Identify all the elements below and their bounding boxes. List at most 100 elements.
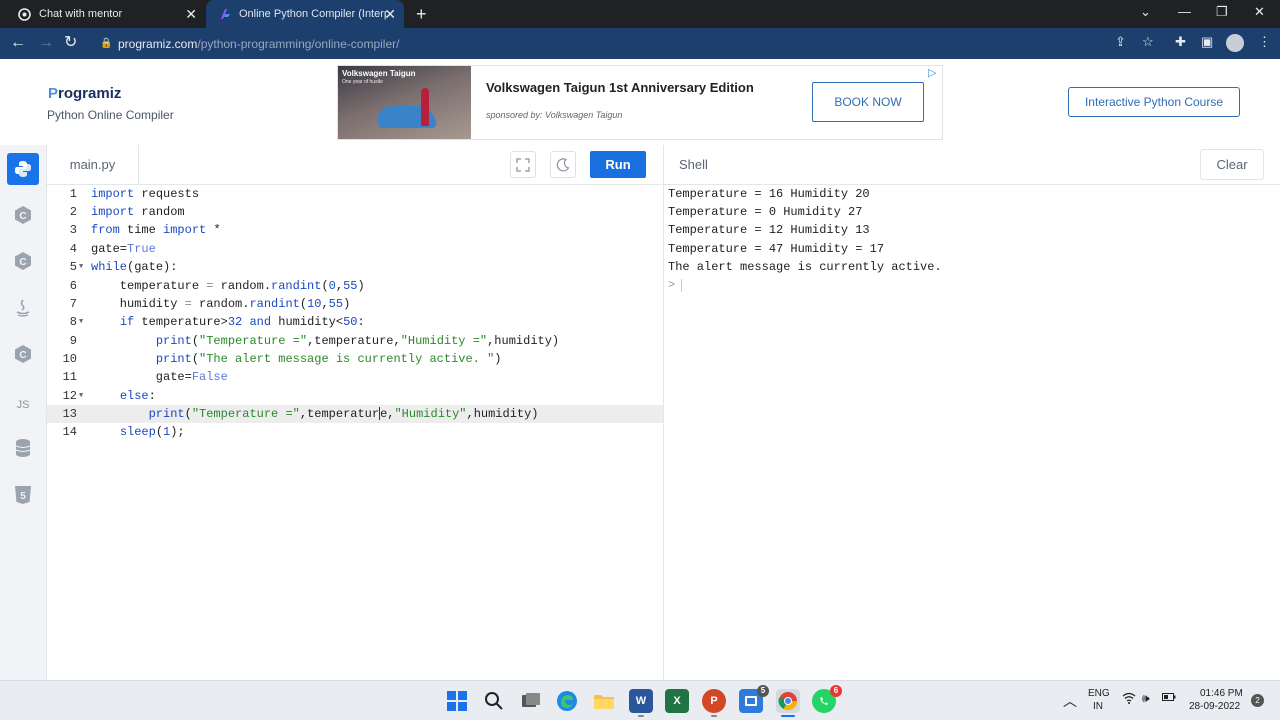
- forward-icon[interactable]: →: [38, 34, 54, 52]
- new-tab-icon[interactable]: +: [416, 4, 427, 25]
- fold-arrow-icon: ▼: [79, 392, 84, 400]
- person-illustration: [421, 88, 429, 126]
- code-line: 11 gate=False: [62, 370, 228, 384]
- programiz-logo[interactable]: Programiz: [48, 85, 121, 102]
- whatsapp-icon[interactable]: 6: [812, 685, 842, 713]
- side-panel-icon[interactable]: ▣: [1201, 34, 1213, 50]
- code-line: 12 ▼ else:: [62, 389, 156, 403]
- excel-icon[interactable]: X: [665, 689, 689, 713]
- ad-headline: Volkswagen Taigun 1st Anniversary Editio…: [486, 80, 754, 95]
- code-line: 14 sleep(1);: [62, 425, 185, 439]
- running-indicator: [711, 715, 717, 717]
- svg-text:5: 5: [20, 491, 26, 502]
- shell-output-line: Temperature = 12 Humidity 13: [668, 223, 870, 237]
- windows-taskbar: W X P 5 6 ︿ ENG IN 🕪 01:46 PM 28-09-2022…: [0, 680, 1280, 720]
- powerpoint-icon[interactable]: P: [702, 689, 726, 713]
- minimize-icon[interactable]: —: [1178, 4, 1191, 19]
- interactive-python-course-button[interactable]: Interactive Python Course: [1068, 87, 1240, 117]
- address-bar[interactable]: 🔒 programiz.com/python-programming/onlin…: [92, 32, 1280, 56]
- shell-output[interactable]: Temperature = 16 Humidity 20 Temperature…: [663, 185, 1280, 680]
- browser-toolbar: ← → ↻ 🔒 programiz.com/python-programming…: [0, 28, 1280, 59]
- advertisement-banner[interactable]: Volkswagen Taigun One year of hustle Vol…: [337, 65, 943, 140]
- file-explorer-icon[interactable]: [592, 689, 616, 713]
- close-window-icon[interactable]: ✕: [1254, 4, 1265, 20]
- language-indicator[interactable]: ENG: [1088, 688, 1110, 699]
- shell-title: Shell: [679, 157, 708, 172]
- dark-mode-icon[interactable]: [550, 151, 576, 178]
- fullscreen-icon[interactable]: [510, 151, 536, 178]
- code-line: 9 print("Temperature =",temperature,"Hum…: [69, 334, 560, 348]
- csharp-icon[interactable]: C: [7, 338, 39, 370]
- code-line: 1 import requests: [69, 187, 200, 201]
- tab-search-icon[interactable]: ⌄: [1140, 4, 1151, 20]
- tab-title: Online Python Compiler (Interpre: [239, 8, 387, 20]
- teams-icon[interactable]: 5: [739, 685, 769, 713]
- notification-count-badge[interactable]: 2: [1251, 694, 1264, 707]
- menu-kebab-icon[interactable]: ⋮: [1258, 34, 1271, 50]
- code-line: 7 humidity = random.randint(10,55): [69, 297, 351, 311]
- python-icon[interactable]: [7, 153, 39, 185]
- code-line: 3 from time import *: [69, 223, 221, 237]
- clock-time[interactable]: 01:46 PM: [1200, 688, 1243, 699]
- programiz-icon: [218, 8, 231, 21]
- volume-icon[interactable]: 🕪: [1142, 691, 1150, 706]
- shell-toolbar: Shell Clear: [663, 145, 1280, 185]
- page-subtitle: Python Online Compiler: [47, 108, 174, 122]
- wifi-icon[interactable]: [1122, 692, 1136, 707]
- close-tab-icon[interactable]: ✕: [185, 7, 197, 21]
- shell-prompt[interactable]: >: [668, 276, 675, 294]
- teams-badge: 5: [757, 685, 769, 697]
- active-indicator: [781, 715, 795, 717]
- java-icon[interactable]: [7, 292, 39, 324]
- run-button[interactable]: Run: [590, 151, 646, 178]
- book-now-button[interactable]: BOOK NOW: [812, 82, 924, 122]
- language-sidebar: C C C JS 5: [0, 145, 47, 680]
- svg-text:C: C: [19, 211, 26, 222]
- chrome-icon[interactable]: [776, 689, 800, 713]
- ad-sponsor: sponsored by: Volkswagen Taigun: [486, 110, 623, 120]
- clear-button[interactable]: Clear: [1200, 149, 1264, 180]
- show-hidden-icons-chevron-icon[interactable]: ︿: [1063, 691, 1077, 711]
- tab-chat-with-mentor[interactable]: Chat with mentor ✕: [0, 0, 205, 28]
- ad-image: Volkswagen Taigun One year of hustle: [338, 66, 471, 139]
- code-line-active: 13 print("Temperature =",temperature,"Hu…: [47, 405, 663, 423]
- c-icon[interactable]: C: [7, 199, 39, 231]
- shell-output-line: Temperature = 16 Humidity 20: [668, 187, 870, 201]
- profile-avatar[interactable]: [1226, 34, 1244, 52]
- extensions-icon[interactable]: ✚: [1175, 34, 1186, 50]
- clock-date[interactable]: 28-09-2022: [1189, 701, 1240, 712]
- edge-icon[interactable]: [555, 689, 579, 713]
- word-icon[interactable]: W: [629, 689, 653, 713]
- maximize-icon[interactable]: ❐: [1216, 4, 1228, 20]
- adchoices-icon[interactable]: ▷: [928, 66, 936, 79]
- task-view-icon[interactable]: [519, 689, 543, 713]
- region-indicator: IN: [1093, 701, 1103, 712]
- windows-start-icon[interactable]: [445, 689, 469, 713]
- url-path: /python-programming/online-compiler/: [197, 37, 400, 51]
- html5-icon[interactable]: 5: [7, 479, 39, 511]
- share-icon[interactable]: ⇪: [1115, 34, 1126, 50]
- tab-online-python-compiler[interactable]: Online Python Compiler (Interpre ✕: [206, 0, 404, 28]
- search-icon[interactable]: [482, 689, 506, 713]
- code-line: 2 import random: [69, 205, 185, 219]
- running-indicator: [638, 715, 644, 717]
- reload-icon[interactable]: ↻: [64, 34, 77, 52]
- editor-toolbar: main.py Run: [47, 145, 663, 185]
- bookmark-star-icon[interactable]: ☆: [1142, 34, 1154, 50]
- back-icon[interactable]: ←: [10, 34, 26, 52]
- battery-icon[interactable]: [1162, 692, 1176, 705]
- database-icon[interactable]: [7, 432, 39, 464]
- fold-arrow-icon: ▼: [79, 263, 84, 271]
- text-cursor: [379, 407, 381, 421]
- shell-output-line: The alert message is currently active.: [668, 260, 942, 274]
- cpp-icon[interactable]: C: [7, 245, 39, 277]
- close-tab-icon[interactable]: ✕: [384, 7, 396, 21]
- file-tab-main-py[interactable]: main.py: [47, 145, 139, 184]
- svg-text:C: C: [19, 350, 26, 361]
- fold-arrow-icon: ▼: [79, 318, 84, 326]
- code-line: 8 ▼ if temperature>32 and humidity<50:: [69, 315, 365, 329]
- code-editor[interactable]: 1 import requests 2 import random 3 from ti…: [47, 185, 663, 680]
- url-host: programiz.com: [118, 37, 198, 51]
- javascript-icon[interactable]: JS: [7, 389, 39, 421]
- whatsapp-badge: 6: [830, 685, 842, 697]
